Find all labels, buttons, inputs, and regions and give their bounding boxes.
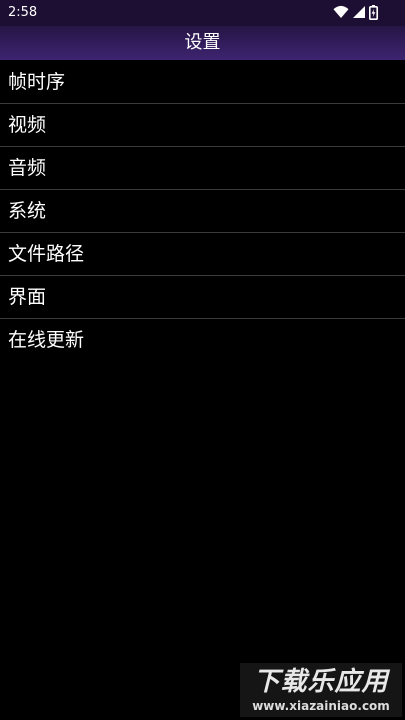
- wifi-icon: [333, 5, 349, 18]
- settings-menu: 帧时序 视频 音频 系统 文件路径 界面 在线更新: [0, 61, 405, 361]
- app-bar: 设置: [0, 26, 405, 60]
- status-time: 2:58: [8, 5, 38, 20]
- menu-item-label: 帧时序: [8, 71, 66, 93]
- menu-item-file-paths[interactable]: 文件路径: [0, 233, 405, 276]
- menu-item-label: 音频: [8, 157, 47, 179]
- battery-icon: [369, 5, 378, 20]
- settings-screen: 2:58 设置 帧时序 视频 音频 系统 文件路径 界面 在线更新 下载乐应用 …: [0, 0, 405, 720]
- menu-item-frame-timing[interactable]: 帧时序: [0, 61, 405, 104]
- watermark-url: www.xiazainiao.com: [252, 699, 390, 713]
- menu-item-label: 文件路径: [8, 243, 85, 265]
- menu-item-label: 视频: [8, 114, 47, 136]
- signal-icon: [353, 6, 365, 18]
- watermark: 下载乐应用 www.xiazainiao.com: [240, 663, 402, 717]
- page-title: 设置: [184, 32, 221, 53]
- status-bar: 2:58: [0, 0, 405, 26]
- menu-item-label: 界面: [8, 286, 47, 308]
- menu-item-video[interactable]: 视频: [0, 104, 405, 147]
- watermark-title: 下载乐应用: [253, 667, 389, 697]
- menu-item-online-update[interactable]: 在线更新: [0, 319, 405, 361]
- menu-item-label: 系统: [8, 200, 47, 222]
- menu-item-audio[interactable]: 音频: [0, 147, 405, 190]
- menu-item-interface[interactable]: 界面: [0, 276, 405, 319]
- menu-item-system[interactable]: 系统: [0, 190, 405, 233]
- menu-item-label: 在线更新: [8, 329, 85, 351]
